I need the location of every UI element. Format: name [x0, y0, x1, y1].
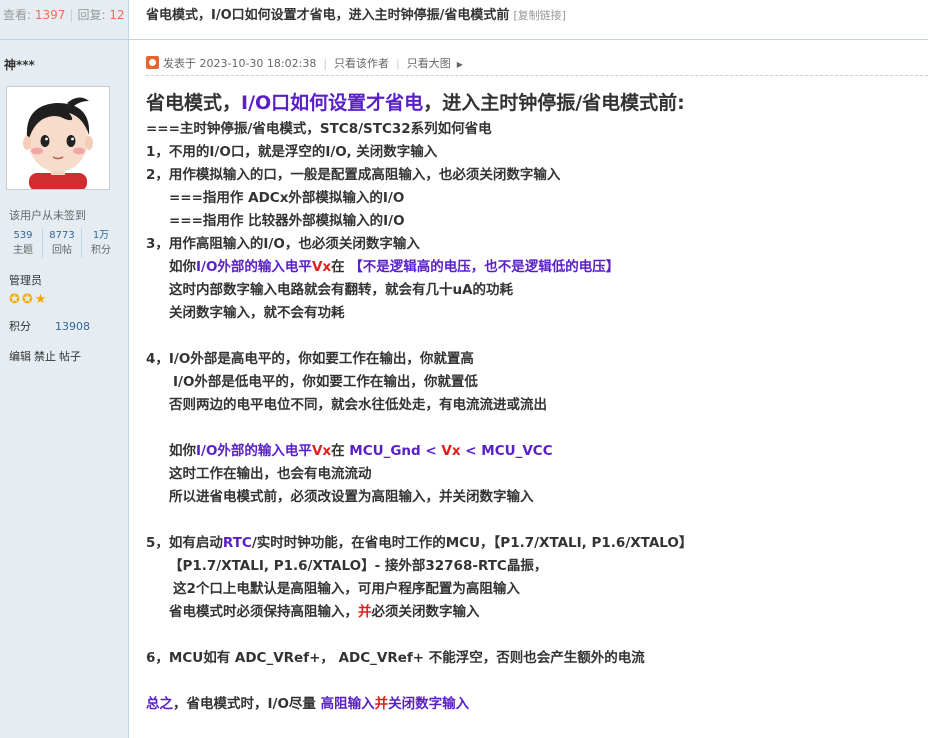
content-line: 否则两边的电平电位不同，就会水往低处走，有电流流进或流出 [169, 397, 547, 413]
avatar[interactable] [6, 86, 110, 190]
divider [146, 75, 928, 76]
content-line: 这时工作在输出，也会有电流流动 [169, 466, 372, 482]
content-line: ===主时钟停振/省电模式，STC8/STC32系列如何省电 [146, 121, 492, 137]
post-time: 发表于 2023-10-30 18:02:38 [163, 57, 317, 70]
content-line: 总之，省电模式时，I/O尽量 高阻输入并关闭数字输入 [146, 696, 470, 712]
user-role[interactable]: 管理员 [9, 272, 42, 288]
poster-icon [146, 56, 159, 69]
content-line: 所以进省电模式前，必须改设置为高阻输入，并关闭数字输入 [169, 489, 534, 505]
post-meta: 发表于 2023-10-30 18:02:38 | 只看该作者 | 只看大图 ▶ [146, 55, 928, 74]
avatar-cartoon-icon [7, 87, 109, 189]
signin-status: 该用户从未签到 [9, 209, 86, 222]
content-line: 这2个口上电默认是高阻输入，可用户程序配置为高阻输入 [173, 581, 520, 597]
content-line: ===指用作 比较器外部模拟输入的I/O [169, 213, 405, 229]
admin-actions: 编辑 禁止 帖子 [9, 348, 84, 364]
content-line: ===指用作 ADCx外部模拟输入的I/O [169, 190, 405, 206]
post-content: 省电模式，I/O口如何设置才省电，进入主时钟停振/省电模式前: ===主时钟停振… [146, 88, 916, 716]
rank-stars-icon: ✪✪★ [9, 292, 49, 307]
only-image-link[interactable]: 只看大图 [407, 57, 451, 70]
ban-link[interactable]: 禁止 [34, 350, 56, 363]
stat-replies[interactable]: 8773 回帖 [43, 228, 82, 258]
thread-stats: 查看: 1397 | 回复: 12 [0, 0, 128, 40]
content-line: 如你I/O外部的输入电平Vx在 MCU_Gnd < Vx < MCU_VCC [169, 443, 553, 459]
stat-threads[interactable]: 539 主题 [4, 228, 43, 258]
thread-title-bar: 省电模式，I/O口如何设置才省电，进入主时钟停振/省电模式前 [复制链接] [129, 0, 928, 40]
content-line: 5，如有启动RTC/实时时钟功能，在省电时工作的MCU，【P1.7/XTALI,… [146, 535, 693, 551]
thread-title: 省电模式，I/O口如何设置才省电，进入主时钟停振/省电模式前 [146, 8, 510, 23]
content-line: 【P1.7/XTALI, P1.6/XTALO】- 接外部32768-RTC晶振… [169, 558, 548, 574]
content-line: 1，不用的I/O口，就是浮空的I/O, 关闭数字输入 [146, 144, 438, 160]
view-count: 1397 [34, 8, 66, 22]
post-heading: 省电模式，I/O口如何设置才省电，进入主时钟停振/省电模式前: [146, 92, 685, 114]
content-line: 3，用作高阻输入的I/O，也必须关闭数字输入 [146, 236, 420, 252]
content-line: 如你I/O外部的输入电平Vx在 【不是逻辑高的电压，也不是逻辑低的电压】 [169, 259, 620, 275]
posts-link[interactable]: 帖子 [59, 350, 81, 363]
content-line: 关闭数字输入，就不会有功耗 [169, 305, 345, 321]
user-sidebar: 查看: 1397 | 回复: 12 神*** 该用户从未签到 539 主题 8773 回… [0, 0, 129, 738]
only-author-link[interactable]: 只看该作者 [334, 57, 389, 70]
reply-count: 12 [109, 8, 125, 22]
content-line: 6，MCU如有 ADC_VRef+， ADC_VRef+ 不能浮空，否则也会产生… [146, 650, 645, 666]
caret-right-icon[interactable]: ▶ [457, 60, 463, 69]
copy-link-button[interactable]: [复制链接] [513, 9, 566, 22]
user-stats: 539 主题 8773 回帖 1万 积分 [4, 228, 120, 258]
content-line: I/O外部是低电平的，你如要工作在输出，你就置低 [173, 374, 478, 390]
content-line: 2，用作模拟输入的口，一般是配置成高阻输入，也必须关闭数字输入 [146, 167, 561, 183]
edit-link[interactable]: 编辑 [9, 350, 31, 363]
user-points: 积分 13908 [9, 320, 90, 333]
content-line: 这时内部数字输入电路就会有翻转，就会有几十uA的功耗 [169, 282, 514, 298]
stat-points[interactable]: 1万 积分 [82, 228, 120, 258]
content-line: 4，I/O外部是高电平的，你如要工作在输出，你就置高 [146, 351, 474, 367]
author-name[interactable]: 神*** [4, 56, 35, 73]
content-line: 省电模式时必须保持高阻输入，并必须关闭数字输入 [169, 604, 480, 620]
